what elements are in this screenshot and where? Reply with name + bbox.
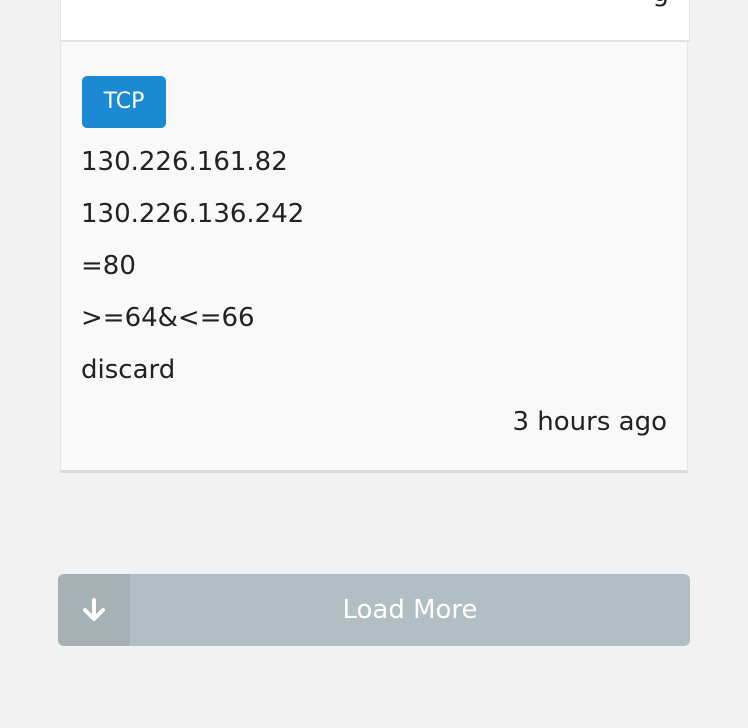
- action-text: discard: [81, 355, 176, 385]
- timestamp: 3 hours ago: [512, 407, 667, 437]
- rule-card: TCP 130.226.161.82 130.226.136.242 =80 >…: [60, 42, 688, 473]
- previous-card: g: [60, 0, 690, 42]
- port-rule: =80: [81, 251, 136, 281]
- load-more-label: Load More: [342, 595, 478, 625]
- previous-card-cut-text: g: [652, 0, 669, 8]
- ttl-rule: >=64&<=66: [81, 303, 255, 333]
- page: g TCP 130.226.161.82 130.226.136.242 =80…: [0, 0, 748, 728]
- load-more-button[interactable]: Load More: [58, 574, 690, 646]
- source-ip: 130.226.161.82: [81, 147, 288, 177]
- arrow-down-icon: [83, 598, 105, 621]
- destination-ip: 130.226.136.242: [81, 199, 305, 229]
- load-more-icon-box: [58, 574, 130, 646]
- protocol-badge: TCP: [82, 76, 166, 128]
